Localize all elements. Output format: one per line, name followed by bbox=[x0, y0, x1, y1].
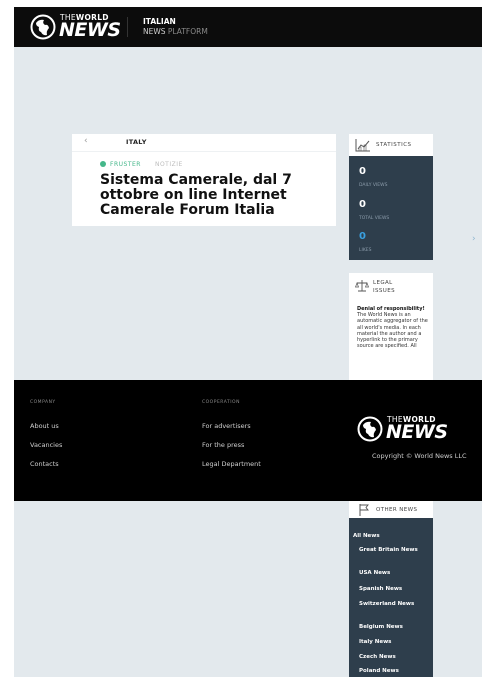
daily-views-value: 0 bbox=[359, 166, 366, 177]
disclaimer-text: Denial of responsibility! The World News… bbox=[357, 306, 428, 350]
footer-logo-news-text: NEWS bbox=[386, 421, 448, 443]
chart-icon bbox=[355, 139, 370, 152]
footer-link-vacancies[interactable]: Vacancies bbox=[30, 441, 62, 449]
footer-link-legal[interactable]: Legal Department bbox=[202, 460, 261, 468]
link-all-news[interactable]: All News bbox=[353, 533, 380, 540]
footer-globe-icon bbox=[357, 416, 383, 442]
link-poland-news[interactable]: Poland News bbox=[359, 668, 399, 675]
footer-cooperation-heading: COOPERATION bbox=[202, 400, 240, 405]
platform-title-line2: NEWS PLATFORM bbox=[143, 27, 208, 36]
flag-icon bbox=[359, 504, 369, 516]
platform-title-line1: ITALIAN bbox=[143, 17, 176, 26]
scales-icon bbox=[355, 280, 369, 292]
link-usa-news[interactable]: USA News bbox=[359, 570, 390, 577]
footer-link-press[interactable]: For the press bbox=[202, 441, 244, 449]
source-check-icon bbox=[100, 160, 106, 167]
footer-link-contacts[interactable]: Contacts bbox=[30, 460, 59, 468]
link-belgium-news[interactable]: Belgium News bbox=[359, 624, 403, 631]
article-card-header: ‹ ITALY bbox=[72, 134, 336, 152]
likes-label: LIKES bbox=[359, 248, 372, 253]
link-switzerland-news[interactable]: Switzerland News bbox=[353, 601, 421, 608]
statistics-title: STATISTICS bbox=[376, 142, 412, 148]
source-tag[interactable]: FRUSTER bbox=[110, 161, 141, 168]
likes-value: 0 bbox=[359, 231, 366, 242]
statistics-panel: 0 DAILY VIEWS 0 TOTAL VIEWS 0 LIKES bbox=[349, 156, 433, 260]
globe-icon bbox=[30, 14, 56, 40]
other-news-header: OTHER NEWS bbox=[349, 501, 433, 518]
link-great-britain-news[interactable]: Great Britain News bbox=[353, 547, 421, 554]
statistics-header: STATISTICS bbox=[349, 134, 433, 156]
next-arrow-icon[interactable]: › bbox=[472, 234, 476, 244]
legal-issues-panel: LEGAL ISSUES Denial of responsibility! Th… bbox=[349, 273, 433, 381]
link-czech-news[interactable]: Czech News bbox=[359, 654, 396, 661]
other-news-title: OTHER NEWS bbox=[376, 507, 418, 513]
country-label[interactable]: ITALY bbox=[126, 138, 147, 146]
total-views-value: 0 bbox=[359, 199, 366, 210]
article-tags: FRUSTER NOTIZIE bbox=[100, 160, 183, 168]
top-header: THEWORLD NEWS ITALIAN NEWS PLATFORM bbox=[14, 7, 482, 47]
link-spanish-news[interactable]: Spanish News bbox=[359, 586, 402, 593]
header-divider bbox=[127, 17, 128, 37]
legal-issues-title: LEGAL ISSUES bbox=[373, 280, 395, 294]
link-italy-news[interactable]: Italy News bbox=[359, 639, 391, 646]
total-views-label: TOTAL VIEWS bbox=[359, 216, 390, 221]
other-news-panel: All News Great Britain News USA News Spa… bbox=[349, 518, 433, 677]
daily-views-label: DAILY VIEWS bbox=[359, 183, 388, 188]
footer-world-news-logo[interactable]: THEWORLD NEWS bbox=[357, 414, 453, 444]
back-chevron-icon[interactable]: ‹ bbox=[84, 136, 88, 146]
article-headline[interactable]: Sistema Camerale, dal 7 ottobre on line … bbox=[100, 173, 332, 218]
copyright-text: Copyright © World News LLC bbox=[372, 452, 467, 460]
footer-company-heading: COMPANY bbox=[30, 400, 56, 405]
footer-link-advertisers[interactable]: For advertisers bbox=[202, 422, 251, 430]
footer-link-about[interactable]: About us bbox=[30, 422, 59, 430]
logo-news-text: NEWS bbox=[59, 19, 121, 41]
category-tag[interactable]: NOTIZIE bbox=[155, 161, 183, 168]
world-news-logo[interactable]: THEWORLD NEWS bbox=[30, 12, 122, 42]
article-card[interactable]: ‹ ITALY FRUSTER NOTIZIE Sistema Camerale,… bbox=[72, 134, 336, 226]
